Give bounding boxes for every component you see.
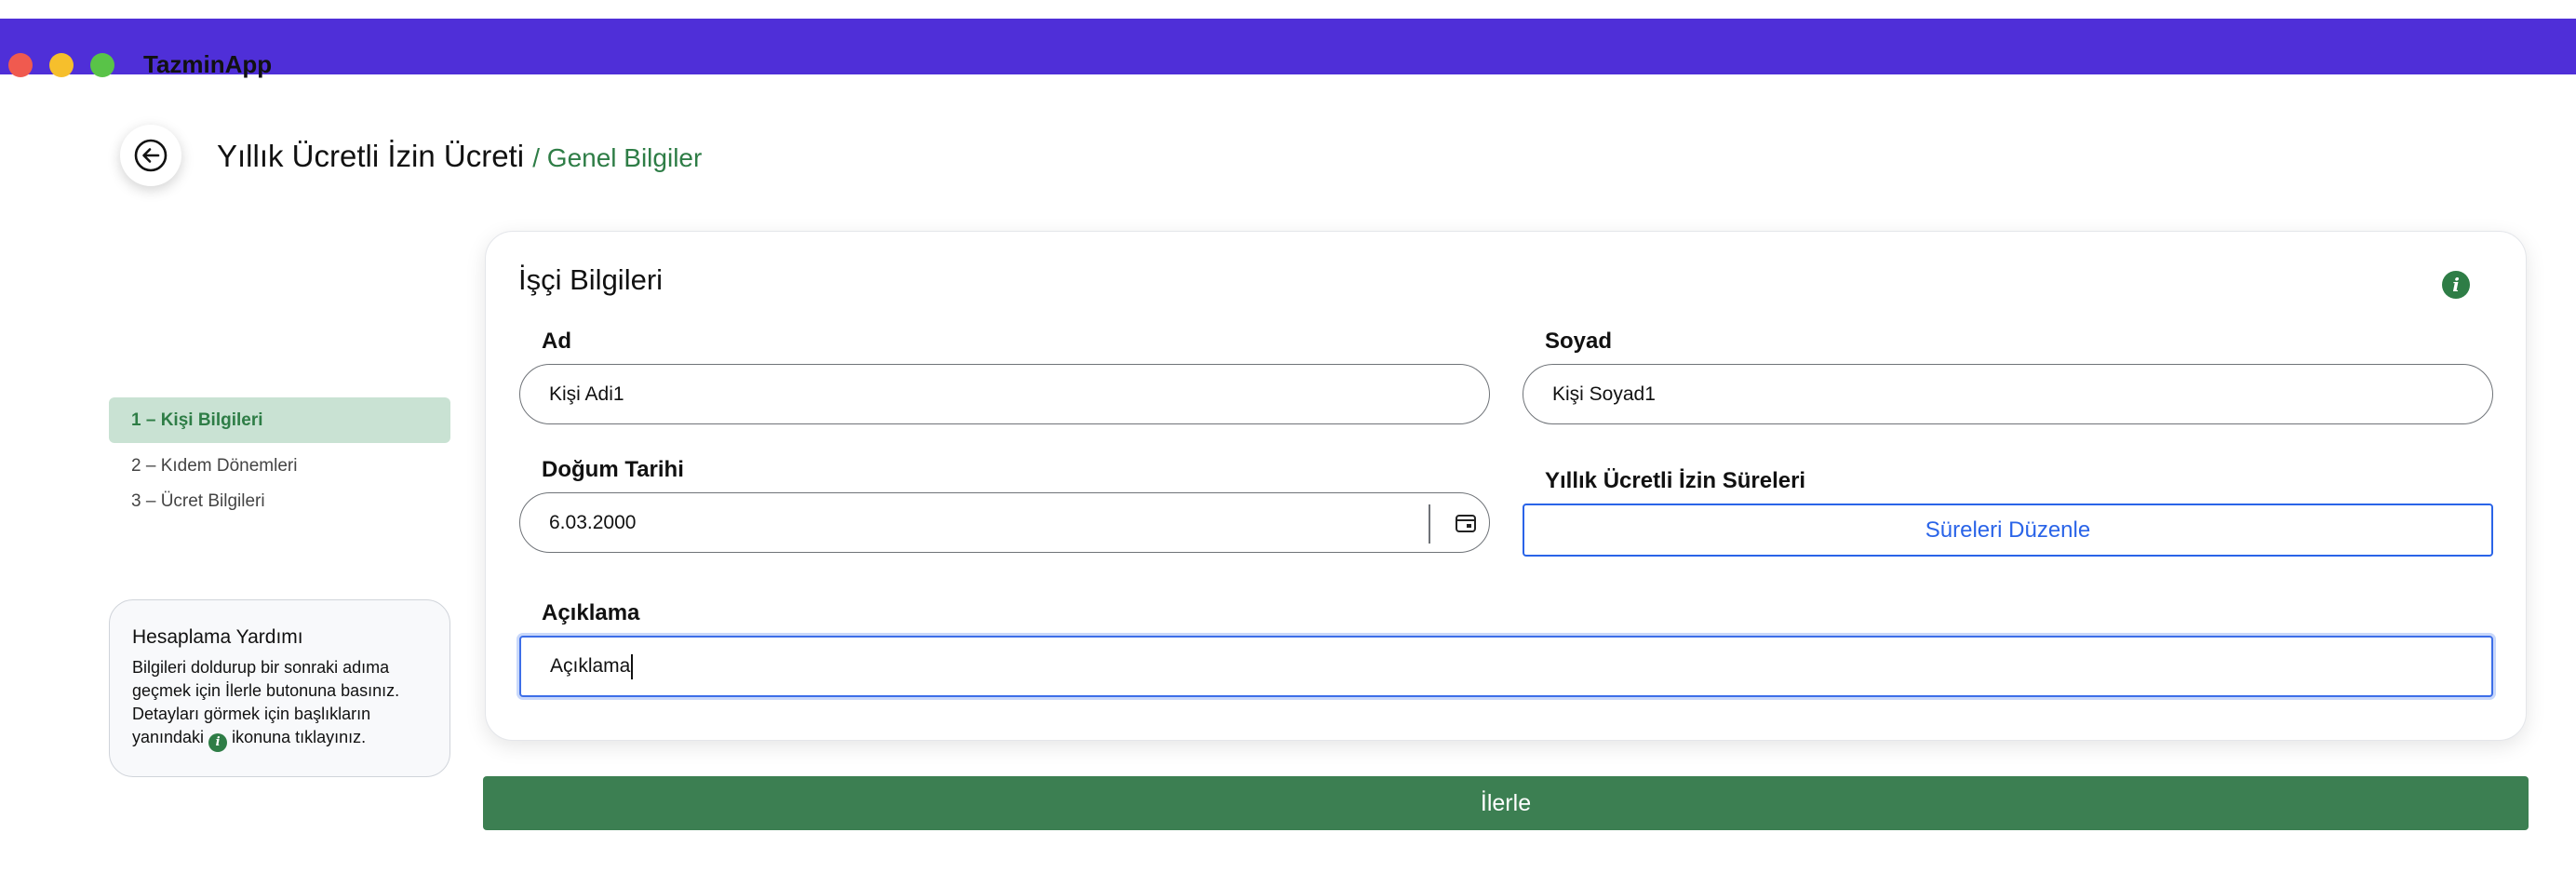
help-text-fragment: ikonuna tıklayınız. [232,728,367,746]
aciklama-value: Açıklama [550,655,631,677]
zoom-window-button[interactable] [90,53,114,77]
card-title: İşçi Bilgileri [518,263,664,296]
calendar-button[interactable] [1451,508,1481,538]
soyad-input[interactable]: Kişi Soyad1 [1523,364,2493,424]
top-strip [0,0,2576,19]
breadcrumb: / Genel Bilgiler [532,143,703,172]
step-list: 1 – Kişi Bilgileri 2 – Kıdem Dönemleri 3… [109,397,450,519]
step-item-kidem-donemleri[interactable]: 2 – Kıdem Dönemleri [109,449,450,484]
minimize-window-button[interactable] [49,53,74,77]
help-text-fragment: yanındaki [132,728,205,746]
help-text-line: geçmek için İlerle butonuna basınız. [132,681,400,700]
page-title-text: Yıllık Ücretli İzin Ücreti [217,139,525,173]
help-text-line: Detayları görmek için başlıkların [132,705,371,723]
step-item-ucret-bilgileri[interactable]: 3 – Ücret Bilgileri [109,484,450,519]
app-title: TazminApp [143,50,273,78]
step-item-kisi-bilgileri[interactable]: 1 – Kişi Bilgileri [109,397,450,443]
dogum-tarihi-field[interactable]: 6.03.2000 [519,492,1490,553]
info-icon: i [208,732,228,752]
edit-durations-button[interactable]: Süreleri Düzenle [1523,504,2493,557]
arrow-left-circle-icon [134,139,168,172]
izin-sureleri-label: Yıllık Ücretli İzin Süreleri [1545,468,1806,493]
page-title: Yıllık Ücretli İzin Ücreti / Genel Bilgi… [217,139,702,174]
info-icon[interactable]: i [2442,271,2470,299]
field-divider [1429,504,1430,544]
help-text-line: yanındaki i ikonuna tıklayınız. [132,726,427,752]
window-titlebar: TazminApp [0,19,2576,78]
worker-info-card: İşçi Bilgileri i Ad Kişi Adi1 Soyad Kişi… [485,231,2527,741]
help-title: Hesaplama Yardımı [132,626,303,648]
back-button[interactable] [120,125,181,186]
help-text: Bilgileri doldurup bir sonraki adıma geç… [132,656,427,752]
calendar-icon [1456,515,1476,532]
dogum-tarihi-value: 6.03.2000 [549,511,637,533]
next-button[interactable]: İlerle [483,776,2529,830]
ad-input[interactable]: Kişi Adi1 [519,364,1490,424]
text-caret [631,653,634,679]
aciklama-label: Açıklama [542,600,640,625]
dogum-tarihi-label: Doğum Tarihi [542,457,684,482]
ad-label: Ad [542,329,571,354]
close-window-button[interactable] [8,53,33,77]
help-text-line: Bilgileri doldurup bir sonraki adıma [132,658,390,677]
help-card: Hesaplama Yardımı Bilgileri doldurup bir… [109,599,450,777]
aciklama-input[interactable]: Açıklama [519,636,2493,697]
soyad-label: Soyad [1545,329,1613,354]
